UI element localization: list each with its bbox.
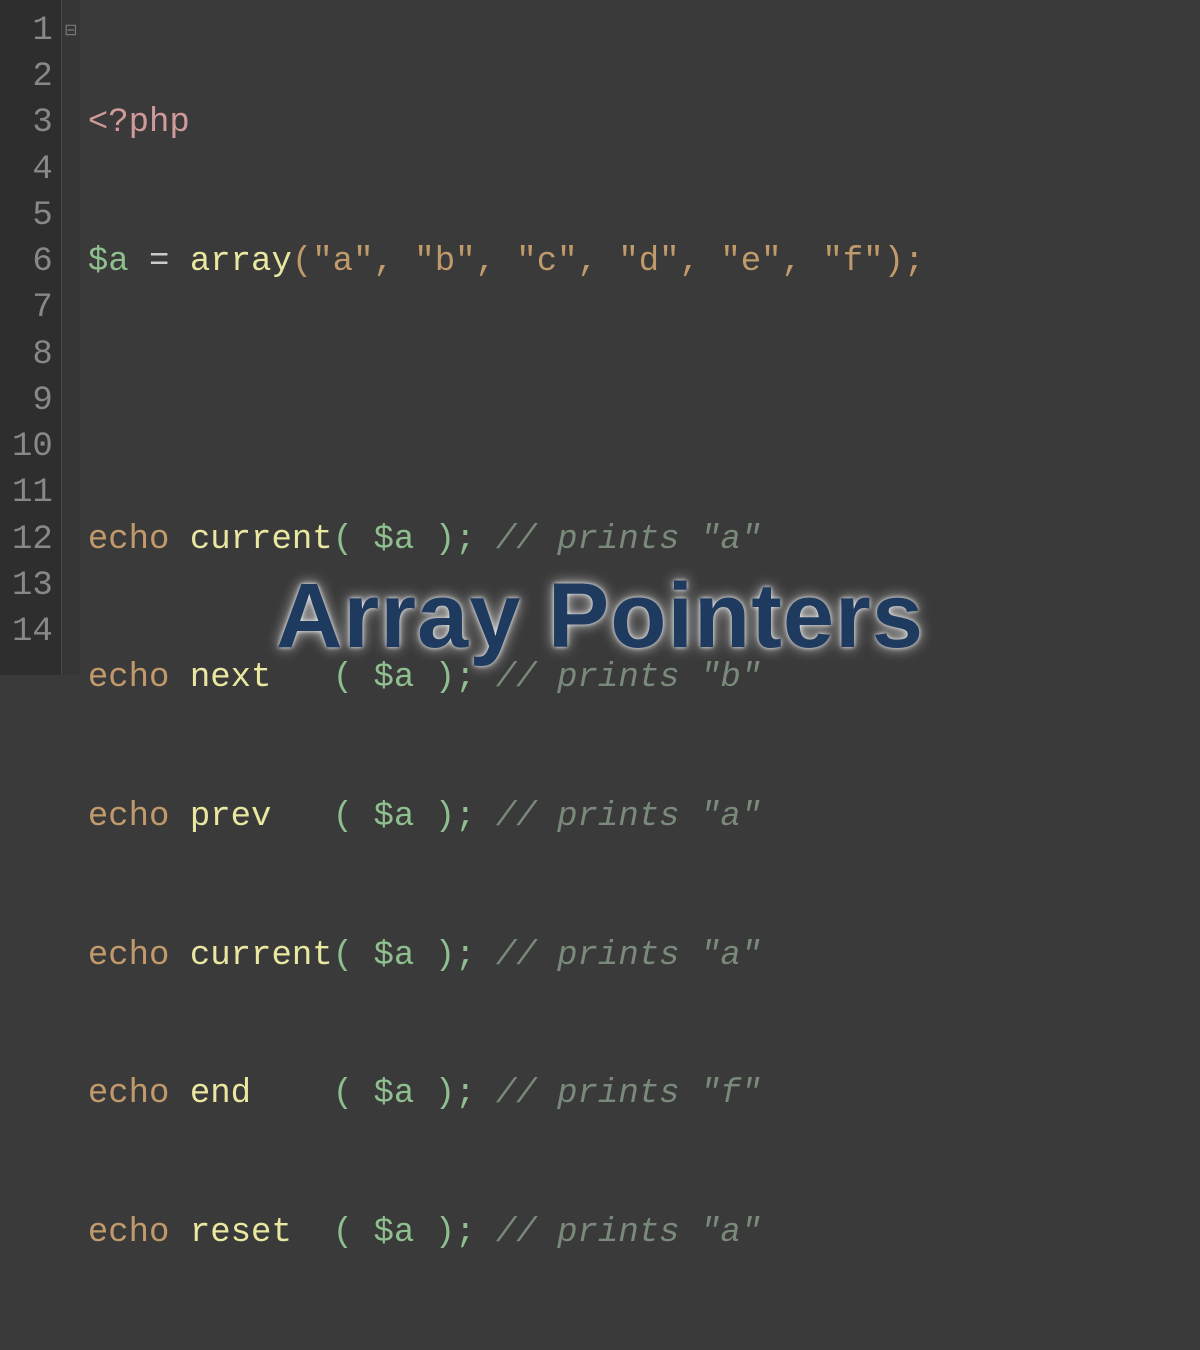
function-token: current	[190, 521, 333, 559]
line-number-gutter: 1 2 3 4 5 6 7 8 9 10 11 12 13 14	[0, 0, 62, 675]
comment-token: // prints "a"	[496, 521, 761, 559]
function-token: reset	[190, 1214, 333, 1252]
comment-token: // prints "f"	[496, 1075, 761, 1113]
line-number: 14	[12, 609, 53, 655]
function-token: current	[190, 937, 333, 975]
keyword-token: echo	[88, 798, 190, 836]
code-line: echo prev ( $a ); // prints "a"	[88, 794, 925, 840]
keyword-token: echo	[88, 1214, 190, 1252]
comment-token: // prints "a"	[496, 937, 761, 975]
operator-token: =	[129, 243, 190, 281]
line-number: 3	[12, 100, 53, 146]
comment-token: // prints "a"	[496, 1214, 761, 1252]
line-number: 8	[12, 332, 53, 378]
code-line: <?php	[88, 100, 925, 146]
line-number: 12	[12, 517, 53, 563]
php-open-tag: <?php	[88, 104, 190, 142]
line-number: 13	[12, 563, 53, 609]
fold-collapse-icon[interactable]: ⊟	[64, 22, 77, 40]
comment-token: // prints "a"	[496, 798, 761, 836]
keyword-token: echo	[88, 521, 190, 559]
code-line	[88, 378, 925, 424]
function-token: prev	[190, 798, 333, 836]
code-line: echo reset ( $a ); // prints "a"	[88, 1210, 925, 1256]
code-line: $a = array("a", "b", "c", "d", "e", "f")…	[88, 239, 925, 285]
args-token: ( $a );	[333, 937, 496, 975]
code-line: echo current( $a ); // prints "a"	[88, 517, 925, 563]
keyword-token: echo	[88, 937, 190, 975]
line-number: 11	[12, 470, 53, 516]
fold-column: ⊟	[62, 0, 80, 675]
function-token: array	[190, 243, 292, 281]
title-overlay: Array Pointers	[276, 564, 924, 669]
args-token: ( $a );	[333, 521, 496, 559]
args-token: ("a", "b", "c", "d", "e", "f");	[292, 243, 925, 281]
line-number: 4	[12, 147, 53, 193]
code-line: echo current( $a ); // prints "a"	[88, 1349, 925, 1350]
line-number: 1	[12, 8, 53, 54]
keyword-token: echo	[88, 659, 190, 697]
code-line: echo end ( $a ); // prints "f"	[88, 1071, 925, 1117]
variable-token: $a	[88, 243, 129, 281]
keyword-token: echo	[88, 1075, 190, 1113]
line-number: 7	[12, 285, 53, 331]
code-line: echo current( $a ); // prints "a"	[88, 933, 925, 979]
line-number: 2	[12, 54, 53, 100]
line-number: 10	[12, 424, 53, 470]
line-number: 9	[12, 378, 53, 424]
args-token: ( $a );	[333, 1075, 496, 1113]
function-token: end	[190, 1075, 333, 1113]
line-number: 6	[12, 239, 53, 285]
args-token: ( $a );	[333, 798, 496, 836]
line-number: 5	[12, 193, 53, 239]
args-token: ( $a );	[333, 1214, 496, 1252]
